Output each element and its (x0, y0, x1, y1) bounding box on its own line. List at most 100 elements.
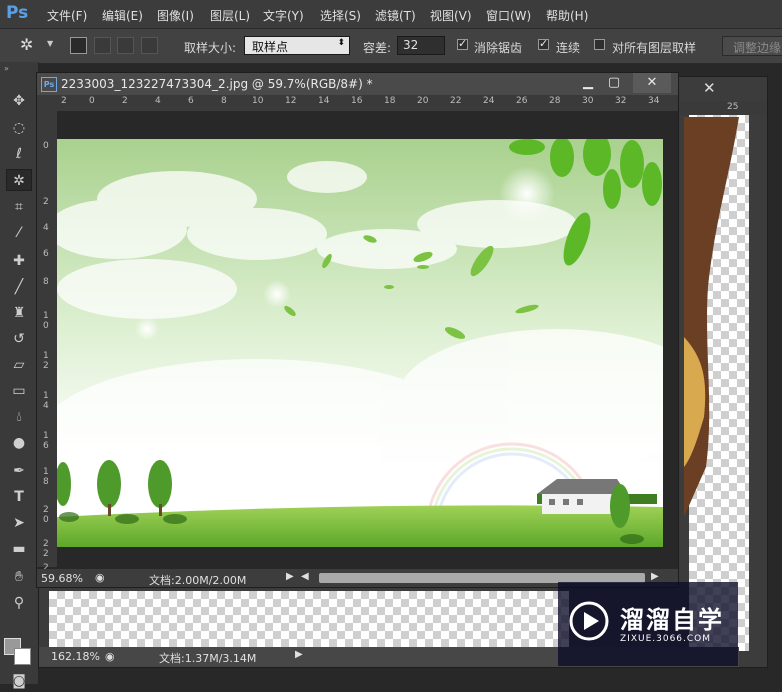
menu-bar: Ps 文件(F) 编辑(E) 图像(I) 图层(L) 文字(Y) 选择(S) 滤… (0, 0, 782, 28)
intersect-selection-icon[interactable] (141, 37, 158, 54)
add-selection-icon[interactable] (94, 37, 111, 54)
close-icon[interactable]: ✕ (633, 73, 671, 93)
blur-tool-icon[interactable]: 💧︎ (6, 406, 32, 428)
tolerance-label: 容差: (363, 41, 392, 55)
brush-tool-icon[interactable]: ╱ (6, 276, 32, 298)
zoom-level[interactable]: 59.68% (41, 572, 83, 585)
options-bar: ✲ ▼ 取样大小: 容差: 消除锯齿 连续 对所有图层取样 (0, 28, 782, 64)
close-back-window-icon[interactable]: ✕ (703, 79, 739, 97)
crop-tool-icon[interactable]: ⌗ (6, 196, 32, 218)
ruler-h-label: 6 (188, 96, 194, 106)
menu-layer[interactable]: 图层(L) (210, 7, 250, 24)
ruler-v-label: 2 (43, 197, 49, 207)
magic-wand-icon[interactable]: ✲ (20, 35, 33, 54)
ruler-h-label: 20 (417, 96, 429, 106)
doc-info-back: 文档:1.37M/3.14M (159, 652, 257, 665)
gradient-tool-icon[interactable]: ▭ (6, 380, 32, 402)
refine-edge-button[interactable]: 调整边缘 (722, 36, 782, 56)
eyedropper-tool-icon[interactable]: ⁄ (6, 222, 32, 244)
background-color-swatch[interactable] (14, 648, 31, 665)
zoom-tool-icon[interactable]: ⚲ (6, 592, 32, 614)
ruler-vertical: 0 2 4 6 8 1 0 1 2 1 4 1 6 1 8 2 0 2 2 2 … (37, 111, 57, 583)
watermark-brand: 溜溜自学 (620, 606, 724, 634)
ruler-horizontal: 2 0 2 4 6 8 10 12 14 16 18 20 22 24 26 2… (57, 95, 678, 111)
sample-size-label: 取样大小: (184, 41, 237, 55)
menu-view[interactable]: 视图(V) (430, 7, 472, 24)
tolerance-input[interactable]: 32 (397, 36, 445, 55)
shape-tool-icon[interactable]: ▬ (6, 538, 32, 560)
menu-type[interactable]: 文字(Y) (263, 7, 304, 24)
ruler-h-label: 18 (384, 96, 396, 106)
ruler-h-label: 14 (318, 96, 330, 106)
menu-image[interactable]: 图像(I) (157, 7, 194, 24)
sample-size-select[interactable]: 取样点 ⬍ (244, 36, 350, 55)
anti-alias-checkbox[interactable] (457, 37, 468, 50)
ruler-v-label: 2 0 (43, 505, 49, 525)
watermark-play-icon (569, 601, 609, 641)
marquee-tool-icon[interactable]: ◌ (6, 117, 32, 139)
zoom-level-back[interactable]: 162.18% (51, 650, 100, 663)
sample-all-layers-label: 对所有图层取样 (612, 41, 697, 55)
scroll-left-icon[interactable]: ◀ (301, 571, 309, 582)
status-menu-arrow-icon[interactable]: ▶ (286, 571, 294, 582)
collapse-icon[interactable]: » (4, 64, 9, 73)
move-tool-icon[interactable]: ✥ (6, 90, 32, 112)
menu-window[interactable]: 窗口(W) (486, 7, 531, 24)
quick-mask-icon[interactable]: ◙ (6, 670, 32, 692)
menu-filter[interactable]: 滤镜(T) (375, 7, 416, 24)
ruler-v-label: 1 4 (43, 391, 49, 411)
document-title-bar[interactable]: Ps 2233003_123227473304_2.jpg @ 59.7%(RG… (37, 73, 678, 95)
dodge-tool-icon[interactable]: ● (6, 432, 32, 454)
stamp-tool-icon[interactable]: ♜ (6, 302, 32, 324)
canvas-image[interactable] (57, 139, 663, 547)
menu-help[interactable]: 帮助(H) (546, 7, 588, 24)
ruler-v-label: 1 0 (43, 311, 49, 331)
landscape-artwork (57, 139, 663, 547)
ruler-h-label: 12 (285, 96, 297, 106)
photoshop-logo: Ps (6, 3, 29, 23)
pen-tool-icon[interactable]: ✒︎ (6, 460, 32, 482)
contiguous-checkbox[interactable] (538, 37, 549, 50)
ruler-v-label: 4 (43, 223, 49, 233)
ruler-h-label: 32 (615, 96, 627, 106)
anti-alias-label: 消除锯齿 (474, 41, 523, 55)
chevron-down-icon[interactable]: ▼ (47, 39, 53, 48)
ruler-h-label: 0 (89, 96, 95, 106)
sample-all-layers-checkbox[interactable] (594, 39, 605, 50)
subtract-selection-icon[interactable] (117, 37, 134, 54)
menu-select[interactable]: 选择(S) (320, 7, 361, 24)
ruler-h-label: 16 (351, 96, 363, 106)
menu-edit[interactable]: 编辑(E) (102, 7, 143, 24)
lasso-tool-icon[interactable]: ℓ (6, 143, 32, 165)
select-arrows-icon: ⬍ (337, 38, 345, 48)
document-title: 2233003_123227473304_2.jpg @ 59.7%(RGB/8… (61, 77, 373, 91)
eraser-tool-icon[interactable]: ▱ (6, 354, 32, 376)
ruler-v-label: 2 2 (43, 539, 49, 559)
new-selection-icon[interactable] (70, 37, 87, 54)
status-icon[interactable]: ◉ (95, 571, 105, 584)
ruler-v-label: 8 (43, 277, 49, 287)
menu-file[interactable]: 文件(F) (47, 7, 87, 24)
path-select-icon[interactable]: ➤ (6, 512, 32, 534)
hand-tool-icon[interactable]: ✋︎ (6, 566, 32, 588)
type-tool-icon[interactable]: T (6, 486, 32, 508)
ruler-h-label: 24 (483, 96, 495, 106)
doc-info: 文档:2.00M/2.00M (149, 574, 247, 587)
ruler-v-label: 6 (43, 249, 49, 259)
portrait-hair-image (684, 117, 744, 517)
scroll-right-icon[interactable]: ▶ (651, 571, 659, 582)
history-brush-icon[interactable]: ↺ (6, 328, 32, 350)
document-window-front[interactable]: Ps 2233003_123227473304_2.jpg @ 59.7%(RG… (36, 72, 679, 588)
back-canvas-transparent (49, 591, 569, 651)
status-menu-arrow-icon[interactable]: ▶ (295, 649, 303, 660)
ruler-h-label: 22 (450, 96, 462, 106)
healing-brush-icon[interactable]: ✚ (6, 250, 32, 272)
ruler-v-label: 1 2 (43, 351, 49, 371)
status-icon-back[interactable]: ◉ (105, 650, 115, 663)
maximize-icon[interactable]: ▢ (599, 73, 629, 93)
watermark: 溜溜自学 ZIXUE.3066.COM (558, 582, 738, 666)
hair-shape (684, 117, 739, 517)
magic-wand-tool-icon[interactable]: ✲ (6, 169, 32, 191)
ruler-h-label: 2 (61, 96, 67, 106)
ruler-h-label: 4 (155, 96, 161, 106)
